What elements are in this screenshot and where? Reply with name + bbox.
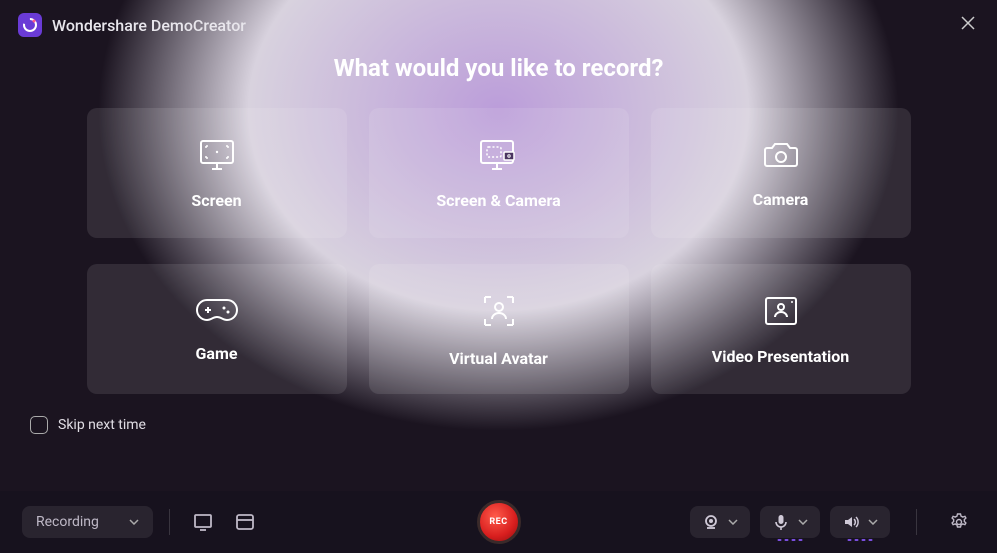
card-virtual-avatar[interactable]: Virtual Avatar bbox=[369, 264, 629, 394]
card-label: Video Presentation bbox=[712, 347, 849, 366]
card-camera[interactable]: Camera bbox=[651, 108, 911, 238]
webcam-toggle[interactable] bbox=[690, 506, 750, 538]
chevron-down-icon bbox=[798, 517, 808, 528]
virtual-avatar-icon bbox=[479, 291, 519, 331]
app-title: Wondershare DemoCreator bbox=[52, 16, 246, 35]
webcam-icon bbox=[702, 513, 720, 531]
speaker-icon bbox=[842, 513, 860, 531]
record-button[interactable]: REC bbox=[477, 500, 521, 544]
chevron-down-icon bbox=[728, 517, 738, 528]
mode-label: Recording bbox=[36, 514, 99, 530]
settings-button[interactable] bbox=[943, 506, 975, 538]
card-label: Screen bbox=[191, 191, 241, 210]
card-label: Game bbox=[196, 344, 238, 363]
bottom-toolbar: Recording REC bbox=[0, 491, 997, 553]
titlebar-left: Wondershare DemoCreator bbox=[18, 13, 246, 37]
page-heading: What would you like to record? bbox=[0, 54, 997, 82]
card-label: Virtual Avatar bbox=[449, 349, 548, 368]
mode-select[interactable]: Recording bbox=[22, 506, 153, 538]
rec-label: REC bbox=[489, 517, 507, 527]
microphone-toggle[interactable] bbox=[760, 506, 820, 538]
microphone-icon bbox=[772, 513, 790, 531]
skip-row: Skip next time bbox=[0, 394, 997, 434]
screen-area-icon bbox=[192, 511, 214, 533]
card-label: Screen & Camera bbox=[436, 191, 560, 210]
screen-area-button[interactable] bbox=[186, 505, 220, 539]
right-controls bbox=[690, 506, 975, 538]
screen-icon bbox=[197, 137, 237, 173]
close-icon bbox=[961, 16, 975, 30]
gear-icon bbox=[949, 512, 969, 532]
card-video-presentation[interactable]: Video Presentation bbox=[651, 264, 911, 394]
screen-camera-icon bbox=[477, 137, 521, 173]
skip-label: Skip next time bbox=[58, 417, 146, 433]
divider bbox=[169, 509, 170, 535]
logo-icon bbox=[22, 17, 38, 33]
close-button[interactable] bbox=[957, 12, 979, 38]
window-button[interactable] bbox=[228, 505, 262, 539]
record-options-grid: Screen Screen & Camera Camera bbox=[0, 108, 997, 394]
game-icon bbox=[195, 296, 239, 326]
video-presentation-icon bbox=[761, 293, 801, 329]
card-screen-camera[interactable]: Screen & Camera bbox=[369, 108, 629, 238]
chevron-down-icon bbox=[129, 517, 139, 528]
card-screen[interactable]: Screen bbox=[87, 108, 347, 238]
card-label: Camera bbox=[753, 190, 809, 209]
window-icon bbox=[234, 511, 256, 533]
skip-checkbox[interactable] bbox=[30, 416, 48, 434]
speaker-toggle[interactable] bbox=[830, 506, 890, 538]
divider bbox=[916, 509, 917, 535]
camera-icon bbox=[761, 138, 801, 172]
app-logo bbox=[18, 13, 42, 37]
card-game[interactable]: Game bbox=[87, 264, 347, 394]
titlebar: Wondershare DemoCreator bbox=[0, 0, 997, 46]
chevron-down-icon bbox=[868, 517, 878, 528]
